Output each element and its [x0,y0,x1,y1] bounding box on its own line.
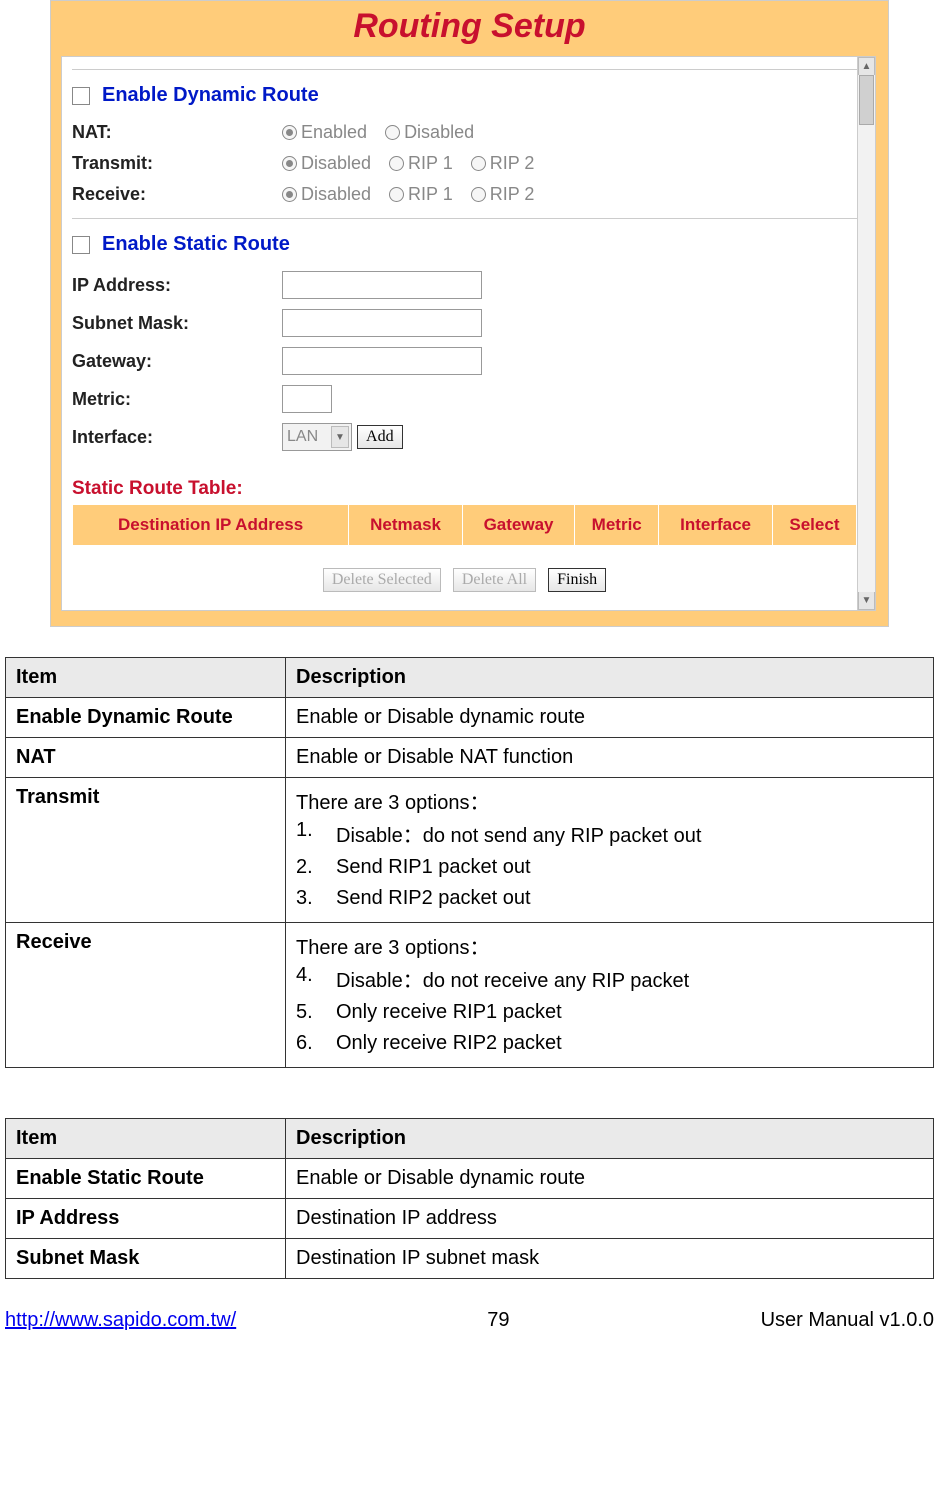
list-item: 1.Disable：do not send any RIP packet out [296,815,923,852]
desc-cell: There are 3 options： 1.Disable：do not se… [286,778,934,923]
receive-disabled-text: Disabled [301,184,371,205]
divider [72,69,857,70]
divider [72,218,857,219]
list-item: 2.Send RIP1 packet out [296,852,923,883]
table-row: NAT Enable or Disable NAT function [6,738,934,778]
receive-disabled-radio[interactable] [282,187,297,202]
page-number: 79 [487,1309,509,1332]
receive-label: Receive: [72,184,282,205]
th-desc: Description [286,658,934,698]
desc-cell: Destination IP address [286,1199,934,1239]
item-cell: NAT [6,738,286,778]
footer-url[interactable]: http://www.sapido.com.tw/ [5,1309,236,1332]
col-select: Select [772,505,856,546]
desc-cell: Enable or Disable NAT function [286,738,934,778]
nat-disabled-radio[interactable] [385,125,400,140]
col-interface: Interface [659,505,773,546]
mask-input[interactable] [282,309,482,337]
item-cell: Subnet Mask [6,1239,286,1279]
table-row: IP Address Destination IP address [6,1199,934,1239]
nat-enabled-text: Enabled [301,122,367,143]
item-cell: IP Address [6,1199,286,1239]
metric-label: Metric: [72,389,282,410]
scrollbar[interactable]: ▲ ▼ [857,57,875,610]
list-item: 5.Only receive RIP1 packet [296,997,923,1028]
static-route-table-title: Static Route Table: [72,478,857,500]
item-cell: Enable Static Route [6,1159,286,1199]
nat-label: NAT: [72,122,282,143]
interface-select[interactable]: LAN ▼ [282,423,352,451]
add-button[interactable]: Add [357,425,403,449]
nat-row: NAT: Enabled Disabled [72,117,857,148]
scroll-up-icon[interactable]: ▲ [858,57,875,75]
desc-cell: There are 3 options： 4.Disable：do not re… [286,923,934,1068]
delete-selected-button[interactable]: Delete Selected [323,568,441,592]
list-item: 6.Only receive RIP2 packet [296,1028,923,1059]
scroll-down-icon[interactable]: ▼ [858,592,875,610]
page-footer: http://www.sapido.com.tw/ 79 User Manual… [0,1309,939,1332]
table-row: Subnet Mask Destination IP subnet mask [6,1239,934,1279]
description-table-static: Item Description Enable Static Route Ena… [5,1118,934,1279]
footer-version: User Manual v1.0.0 [761,1309,934,1332]
interface-select-value: LAN [287,428,318,446]
nat-disabled-text: Disabled [404,122,474,143]
table-row: Enable Static Route Enable or Disable dy… [6,1159,934,1199]
scroll-thumb[interactable] [859,75,874,125]
col-gateway: Gateway [462,505,574,546]
delete-all-button[interactable]: Delete All [453,568,536,592]
nat-enabled-radio[interactable] [282,125,297,140]
col-netmask: Netmask [349,505,463,546]
desc-cell: Enable or Disable dynamic route [286,1159,934,1199]
page-title: Routing Setup [353,7,585,45]
finish-button[interactable]: Finish [548,568,606,592]
metric-input[interactable] [282,385,332,413]
transmit-rip1-text: RIP 1 [408,153,453,174]
list-item: 3.Send RIP2 packet out [296,883,923,914]
transmit-disabled-text: Disabled [301,153,371,174]
th-desc: Description [286,1119,934,1159]
col-metric: Metric [575,505,659,546]
transmit-rip2-text: RIP 2 [490,153,535,174]
th-item: Item [6,658,286,698]
chevron-down-icon: ▼ [331,426,349,448]
list-item: 4.Disable：do not receive any RIP packet [296,960,923,997]
item-cell: Enable Dynamic Route [6,698,286,738]
table-row: Receive There are 3 options： 4.Disable：d… [6,923,934,1068]
receive-rip2-text: RIP 2 [490,184,535,205]
desc-cell: Destination IP subnet mask [286,1239,934,1279]
transmit-rip1-radio[interactable] [389,156,404,171]
item-cell: Transmit [6,778,286,923]
config-panel: ▲ ▼ Enable Dynamic Route NAT: Enabled Di… [61,56,876,611]
transmit-label: Transmit: [72,153,282,174]
table-row: Transmit There are 3 options： 1.Disable：… [6,778,934,923]
th-item: Item [6,1119,286,1159]
desc-intro: There are 3 options： [296,786,923,815]
item-cell: Receive [6,923,286,1068]
receive-row: Receive: Disabled RIP 1 RIP 2 [72,179,857,210]
receive-rip2-radio[interactable] [471,187,486,202]
ip-input[interactable] [282,271,482,299]
gateway-input[interactable] [282,347,482,375]
enable-dynamic-label: Enable Dynamic Route [102,84,319,107]
description-table-dynamic: Item Description Enable Dynamic Route En… [5,657,934,1068]
static-route-table: Destination IP Address Netmask Gateway M… [72,504,857,546]
receive-rip1-text: RIP 1 [408,184,453,205]
desc-cell: Enable or Disable dynamic route [286,698,934,738]
enable-static-label: Enable Static Route [102,233,290,256]
receive-rip1-radio[interactable] [389,187,404,202]
enable-dynamic-checkbox[interactable] [72,87,90,105]
transmit-disabled-radio[interactable] [282,156,297,171]
mask-label: Subnet Mask: [72,313,282,334]
desc-intro: There are 3 options： [296,931,923,960]
router-config-screenshot: Routing Setup ▲ ▼ Enable Dynamic Route N… [50,0,889,627]
transmit-rip2-radio[interactable] [471,156,486,171]
transmit-row: Transmit: Disabled RIP 1 RIP 2 [72,148,857,179]
enable-static-checkbox[interactable] [72,236,90,254]
ip-label: IP Address: [72,275,282,296]
col-dest-ip: Destination IP Address [73,505,349,546]
interface-label: Interface: [72,427,282,448]
table-row: Enable Dynamic Route Enable or Disable d… [6,698,934,738]
gateway-label: Gateway: [72,351,282,372]
